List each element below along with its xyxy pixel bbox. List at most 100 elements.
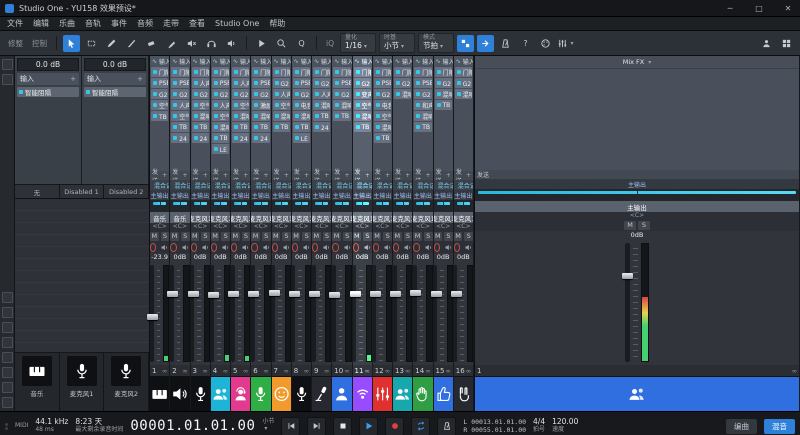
mute-button[interactable]: M bbox=[272, 232, 281, 241]
loop-button[interactable] bbox=[411, 417, 430, 435]
insert-slot[interactable]: 人声增强 bbox=[313, 89, 330, 99]
master-fader[interactable] bbox=[475, 240, 799, 365]
fader-handle[interactable] bbox=[167, 291, 178, 297]
insert-slot[interactable]: 混响 HD1 bbox=[435, 89, 452, 99]
rail-tool-icon[interactable] bbox=[2, 352, 13, 363]
insert-slot[interactable]: G2 均衡器 bbox=[374, 89, 391, 99]
fader-handle[interactable] bbox=[228, 291, 239, 297]
insert-active-led[interactable] bbox=[356, 103, 360, 107]
insert-active-led[interactable] bbox=[234, 81, 238, 85]
insert-slot[interactable]: 24 段均衡 bbox=[232, 133, 249, 143]
channel-icon-tile[interactable] bbox=[292, 376, 311, 411]
insert-active-led[interactable] bbox=[234, 92, 238, 96]
channel-icon-tile[interactable] bbox=[434, 376, 453, 411]
send-slot[interactable]: 混合记号 bbox=[373, 180, 392, 190]
sends-header[interactable]: 发送 bbox=[434, 171, 453, 180]
insert-active-led[interactable] bbox=[416, 70, 420, 74]
channel-name[interactable]: 麦克风1 bbox=[353, 212, 372, 223]
channel-input-header[interactable]: 输入 bbox=[434, 56, 453, 66]
mixer-view-button[interactable]: ▾ bbox=[557, 35, 574, 52]
add-send-icon[interactable] bbox=[284, 172, 289, 179]
fader-handle[interactable] bbox=[188, 291, 199, 297]
monitor-button[interactable] bbox=[444, 243, 453, 252]
add-send-icon[interactable] bbox=[344, 172, 349, 179]
insert-slot[interactable]: 门限器 bbox=[232, 67, 249, 77]
mixer-channel[interactable]: 输入 门限器人声修复G2 均衡器空气感增强混响 LETB EQ224 段均衡 发… bbox=[191, 56, 211, 411]
insert-active-led[interactable] bbox=[234, 70, 238, 74]
insert-active-led[interactable] bbox=[254, 125, 258, 129]
mixer-channel[interactable]: 输入 门限器PSE MonoG2 均衡器人声增强空气感增强TB EQ224 段均… bbox=[170, 56, 190, 411]
rail-tool-icon[interactable] bbox=[2, 322, 13, 333]
input-strip[interactable]: 0.0 dB 输入 智能阻隔 bbox=[15, 56, 82, 184]
fader-handle[interactable] bbox=[269, 290, 280, 296]
channel-input-header[interactable]: 输入 bbox=[353, 56, 372, 66]
quantize-dropdown[interactable]: 量化 1/16▾ bbox=[340, 33, 376, 53]
stop-button[interactable] bbox=[333, 417, 352, 435]
macro-button[interactable] bbox=[253, 35, 270, 52]
split-tool-button[interactable] bbox=[123, 35, 140, 52]
trim-label[interactable]: 修整 bbox=[5, 38, 26, 49]
insert-active-led[interactable] bbox=[335, 92, 339, 96]
insert-active-led[interactable] bbox=[335, 70, 339, 74]
sends-header[interactable]: 发送 bbox=[231, 171, 250, 180]
record-arm-button[interactable] bbox=[454, 243, 460, 252]
channel-icon-tile[interactable] bbox=[191, 376, 210, 411]
monitor-button[interactable] bbox=[383, 243, 392, 252]
sends-header[interactable]: 发送 bbox=[292, 171, 311, 180]
fader-handle[interactable] bbox=[370, 291, 381, 297]
insert-slot[interactable]: G2 均衡器 bbox=[313, 78, 330, 88]
insert-slot[interactable]: LE 延迟 bbox=[293, 133, 310, 143]
add-send-icon[interactable] bbox=[446, 172, 451, 179]
rail-tool-icon[interactable] bbox=[2, 367, 13, 378]
menu-file[interactable]: 文件 bbox=[7, 18, 23, 29]
insert-active-led[interactable] bbox=[295, 103, 299, 107]
bank-tab-disabled2[interactable]: Disabled 2 bbox=[104, 185, 149, 198]
channel-icon-tile[interactable] bbox=[251, 376, 270, 411]
mute-button[interactable]: M bbox=[434, 232, 443, 241]
insert-slot[interactable]: TB EQ2 bbox=[354, 122, 371, 132]
insert-slot[interactable]: 24 段均衡 bbox=[313, 122, 330, 132]
routing-list[interactable] bbox=[15, 199, 149, 352]
insert-active-led[interactable] bbox=[173, 70, 177, 74]
insert-active-led[interactable] bbox=[335, 103, 339, 107]
channel-name[interactable]: 麦克风1 bbox=[413, 212, 432, 223]
insert-active-led[interactable] bbox=[234, 136, 238, 140]
insert-active-led[interactable] bbox=[376, 92, 380, 96]
insert-active-led[interactable] bbox=[275, 114, 279, 118]
insert-active-led[interactable] bbox=[376, 70, 380, 74]
insert-active-led[interactable] bbox=[275, 103, 279, 107]
fader-handle[interactable] bbox=[390, 291, 401, 297]
sends-header[interactable]: 发送 bbox=[191, 171, 210, 180]
insert-slot[interactable]: 和声器 bbox=[414, 100, 431, 110]
insert-slot[interactable]: G2 均衡器 bbox=[232, 89, 249, 99]
sends-header[interactable]: 发送 bbox=[211, 171, 230, 180]
channel-icon-tile[interactable] bbox=[170, 376, 189, 411]
record-arm-button[interactable] bbox=[332, 243, 338, 252]
insert-active-led[interactable] bbox=[214, 103, 218, 107]
add-send-icon[interactable] bbox=[405, 172, 410, 179]
mute-button[interactable]: M bbox=[150, 232, 159, 241]
channel-fader[interactable] bbox=[170, 262, 189, 365]
insert-slot[interactable]: 电音器 bbox=[293, 100, 310, 110]
insert-slot[interactable]: TB EQ2 bbox=[212, 133, 229, 143]
channel-icon-tile[interactable] bbox=[454, 376, 473, 411]
mixer-channel[interactable]: 输入 门限器G2 均衡器混响 HD1 发送 混合记号 主输出 麦克风1 <C> … bbox=[393, 56, 413, 411]
insert-active-led[interactable] bbox=[214, 125, 218, 129]
insert-slot[interactable]: 门限器 bbox=[374, 67, 391, 77]
monitor-button[interactable] bbox=[241, 243, 250, 252]
mixer-channel[interactable]: 输入 门限器PSE MonoG2 均衡器电音器空气感增强混响 LETB EQ2 … bbox=[373, 56, 393, 411]
insert-active-led[interactable] bbox=[376, 114, 380, 118]
output-bus[interactable]: 主输出 bbox=[150, 190, 169, 200]
insert-active-led[interactable] bbox=[356, 81, 360, 85]
add-send-icon[interactable] bbox=[425, 172, 430, 179]
channel-icon-tile[interactable] bbox=[231, 376, 250, 411]
insert-active-led[interactable] bbox=[153, 92, 157, 96]
menu-event[interactable]: 事件 bbox=[111, 18, 127, 29]
insert-active-led[interactable] bbox=[194, 125, 198, 129]
mixer-channel[interactable]: 输入 门限器PSE MonoG2 均衡器人声增强空气感增强混响 HD1TB EQ… bbox=[211, 56, 231, 411]
insert-active-led[interactable] bbox=[214, 81, 218, 85]
solo-button[interactable]: S bbox=[424, 232, 433, 241]
insert-slot[interactable]: PSE Mono bbox=[212, 78, 229, 88]
output-bus[interactable]: 主输出 bbox=[211, 190, 230, 200]
insert-active-led[interactable] bbox=[437, 70, 441, 74]
